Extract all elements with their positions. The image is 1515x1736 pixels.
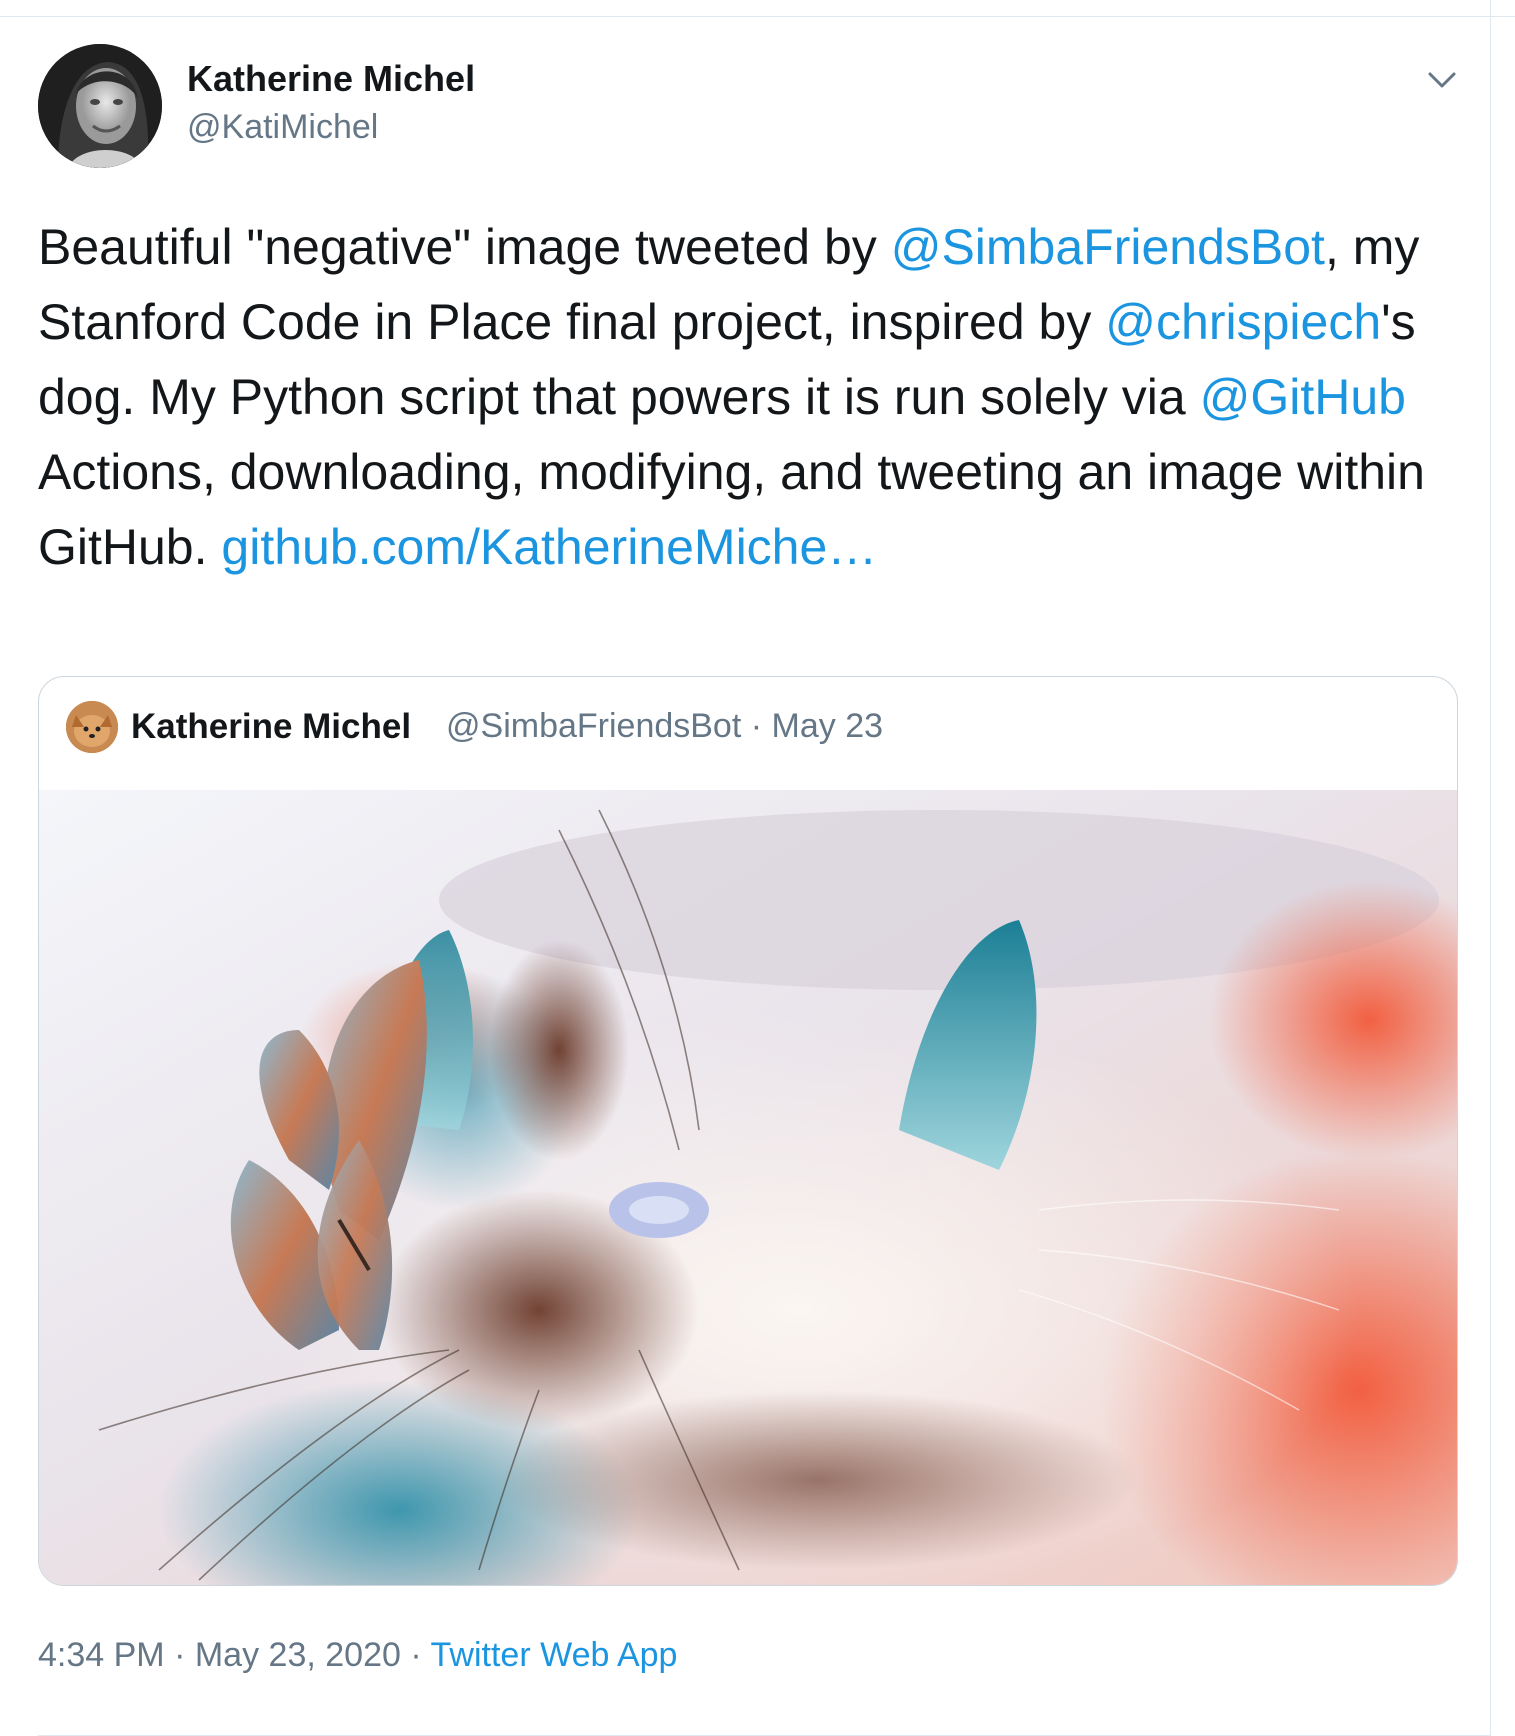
- tweet-time[interactable]: 4:34 PM: [38, 1636, 165, 1674]
- source-app-link[interactable]: Twitter Web App: [431, 1636, 678, 1674]
- tweet-url-link[interactable]: github.com/KatherineMiche…: [221, 519, 877, 575]
- tweet-menu-button[interactable]: [1420, 58, 1464, 102]
- quoted-date: May 23: [771, 707, 884, 745]
- quoted-meta: @SimbaFriendsBot · May 23: [446, 707, 883, 746]
- dog-avatar-icon: [66, 701, 118, 753]
- author-name[interactable]: Katherine Michel: [187, 58, 475, 100]
- author-handle[interactable]: @KatiMichel: [187, 108, 378, 147]
- top-divider: [0, 0, 1515, 17]
- quoted-separator: ·: [750, 707, 763, 745]
- quoted-tweet-card[interactable]: Katherine Michel @SimbaFriendsBot · May …: [38, 676, 1458, 1586]
- footer-separator: ·: [410, 1636, 422, 1674]
- tweet-text: Beautiful "negative" image tweeted by @S…: [38, 210, 1458, 585]
- mention-github[interactable]: @GitHub: [1200, 369, 1406, 425]
- right-divider: [1490, 0, 1491, 1736]
- author-avatar[interactable]: [38, 44, 162, 168]
- avatar-photo-icon: [38, 44, 162, 168]
- footer-separator: ·: [174, 1636, 186, 1674]
- inverted-cat-butterfly-image[interactable]: [39, 790, 1457, 1585]
- tweet-date[interactable]: May 23, 2020: [195, 1636, 401, 1674]
- quoted-handle: @SimbaFriendsBot: [446, 707, 742, 745]
- quoted-author-avatar: [66, 701, 118, 753]
- quoted-author-name: Katherine Michel: [131, 707, 412, 746]
- tweet-footer: 4:34 PM · May 23, 2020 · Twitter Web App: [38, 1636, 677, 1675]
- mention-simbafriendsbot[interactable]: @SimbaFriendsBot: [891, 219, 1325, 275]
- chevron-down-icon: [1428, 72, 1456, 88]
- mention-chrispiech[interactable]: @chrispiech: [1105, 294, 1381, 350]
- tweet-text-part: Beautiful "negative" image tweeted by: [38, 219, 891, 275]
